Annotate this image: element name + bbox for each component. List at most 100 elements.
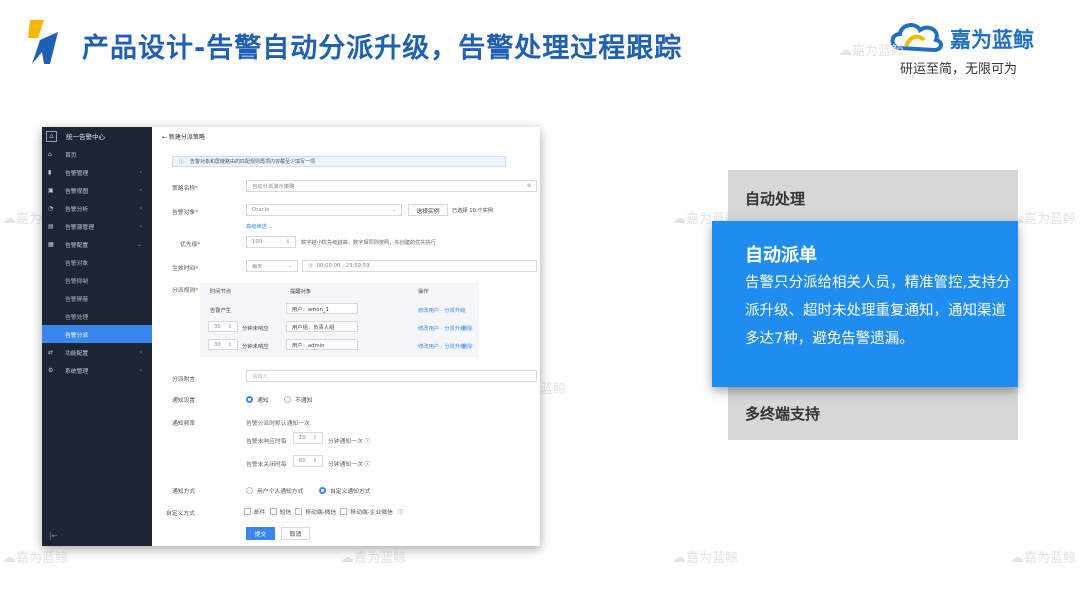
- help-icon: ⓘ: [364, 462, 371, 468]
- collapse-icon[interactable]: |←: [49, 532, 57, 540]
- rule-delete-link[interactable]: 删除: [462, 324, 473, 332]
- sidebar-item-alert[interactable]: ▮ 告警管理 ›: [42, 163, 152, 181]
- remark-label: 分派附言: [172, 377, 196, 383]
- name-label: 策略名称*: [172, 186, 199, 192]
- submit-button[interactable]: 提交: [246, 527, 275, 540]
- unclosed-stepper[interactable]: 60 ↕: [293, 455, 323, 467]
- chevron-icon: ⌄: [136, 240, 142, 248]
- sidebar-item-label: 告警视图: [65, 188, 89, 195]
- rule-ops-link[interactable]: 修改用户 · 分派升级: [418, 342, 465, 350]
- notify-method-label: 通知方式: [172, 489, 196, 495]
- chevron-icon: ›: [139, 168, 142, 176]
- form-panel: ← 新建分派策略 ⓘ 告警对象和屏蔽路由的匹配规则再项内容覆至少填写一项 策略名…: [152, 127, 540, 546]
- sidebar-title: 统一告警中心: [66, 133, 105, 141]
- cancel-button[interactable]: 取消: [281, 527, 310, 540]
- time-label: 生效时间*: [172, 266, 199, 272]
- channel-checkbox[interactable]: 邮件: [240, 507, 266, 516]
- alert-icon: ▮: [48, 168, 52, 176]
- unresp-label: 告警未响应时每: [246, 439, 287, 445]
- notify-off-radio[interactable]: 不通知: [284, 395, 312, 404]
- unresp-stepper[interactable]: 10 ↕: [293, 432, 323, 444]
- channel-checkbox[interactable]: 移动端-微信: [291, 507, 336, 516]
- watermark: 嘉为蓝鲸: [672, 547, 738, 566]
- home-icon: ⌂: [48, 150, 52, 158]
- priority-stepper[interactable]: 100 ↕: [246, 236, 296, 248]
- rules-table: 时间节点 提醒对象 操作 告警产生 用户：amon_1 修改用户 · 分派升级 30 ↕…: [200, 283, 479, 357]
- unclosed-label: 告警未关闭时每: [246, 462, 287, 468]
- sidebar-item-source[interactable]: ▤ 告警源管理 ›: [42, 217, 152, 235]
- card-auto-dispatch-title: 自动派单: [745, 245, 817, 266]
- chevron-icon: ›: [139, 366, 142, 374]
- help-icon: ⓘ: [397, 510, 404, 516]
- card-multi-terminal-title: 多终端支持: [745, 405, 821, 423]
- sidebar-subitem[interactable]: 告警抑制: [42, 271, 152, 289]
- slide-logo-icon: [22, 18, 62, 66]
- unresp-unit: 分钟通知一次 ⓘ: [328, 439, 371, 445]
- sidebar-subitem[interactable]: 告警处理: [42, 307, 152, 325]
- method-custom-radio[interactable]: 自定义通知方式: [319, 486, 371, 495]
- feature-icon: ⇄: [48, 348, 54, 356]
- method-personal-radio[interactable]: 用户个人通知方式: [246, 486, 303, 495]
- view-icon: ▣: [48, 186, 54, 194]
- rule-target-input[interactable]: 用户组：负责人组: [286, 321, 358, 332]
- notify-freq-label: 通知频率: [172, 421, 196, 427]
- sidebar-item-view[interactable]: ▣ 告警视图 ›: [42, 181, 152, 199]
- brand-name: 嘉为蓝鲸: [950, 28, 1034, 52]
- select-instance-button[interactable]: 选择实例: [408, 204, 448, 216]
- custom-method-label: 自定义方式: [166, 511, 195, 517]
- app-logo-icon: ⌂: [46, 130, 57, 142]
- stepper-icon[interactable]: ↕: [313, 458, 317, 464]
- stepper-icon[interactable]: ↕: [313, 435, 317, 441]
- app-screenshot: ⌂ 统一告警中心 ⌂ 首页 ▮ 告警管理 › ▣ 告警视图 › ◔ 告警分析 › ▤ 告警源管理 › ▦ 告警…: [42, 127, 540, 546]
- sidebar-item-label: 告警分析: [65, 206, 89, 213]
- sidebar-item-chart[interactable]: ◔ 告警分析 ›: [42, 199, 152, 217]
- sidebar-item-label: 系统管理: [65, 368, 89, 375]
- watermark: 嘉为蓝鲸: [1010, 208, 1076, 227]
- back-link[interactable]: ← 新建分派策略: [162, 132, 205, 141]
- sidebar-item-home[interactable]: ⌂ 首页: [42, 145, 152, 163]
- time-range-input[interactable]: ◷ 00:00:00 - 23:59:59: [302, 260, 537, 272]
- rule-delete-link[interactable]: 删除: [462, 342, 473, 350]
- brand-block: 嘉为蓝鲸 研运至简，无限可为: [888, 18, 1048, 78]
- sidebar-item-label: 功能配置: [65, 350, 89, 357]
- rule-suffix: 分钟未响应: [242, 326, 269, 332]
- rule-target-input[interactable]: 用户：admin: [286, 339, 358, 350]
- stepper-icon[interactable]: ↕: [286, 239, 290, 245]
- time-period-select[interactable]: 每天 ⌄: [246, 260, 298, 272]
- notify-on-radio[interactable]: 通知: [246, 395, 269, 404]
- priority-label: 优先级*: [180, 242, 201, 248]
- remark-input[interactable]: 请输入: [246, 370, 537, 382]
- card-auto-dispatch: 自动派单 告警只分派给相关人员，精准管控,支持分派升级、超时未处理重复通知，通知…: [712, 221, 1018, 387]
- sidebar-item-config[interactable]: ▦ 告警配置 ⌄: [42, 235, 152, 253]
- notify-freq-desc: 告警分派时默认通知一次: [246, 421, 310, 427]
- rule-minutes-stepper[interactable]: 30 ↕: [208, 321, 238, 332]
- sidebar-item-label: 告警配置: [65, 242, 89, 249]
- name-input[interactable]: 自动分派演示策略 ⊗: [246, 180, 537, 192]
- sidebar-subitem[interactable]: 告警屏蔽: [42, 289, 152, 307]
- stepper-icon[interactable]: ↕: [228, 324, 232, 330]
- rule-ops-link[interactable]: 修改用户 · 分派升级: [418, 306, 465, 314]
- sidebar-item-label: 首页: [65, 152, 77, 159]
- notify-setting-label: 通知设置: [172, 398, 196, 404]
- sidebar-subitem[interactable]: 告警分派: [42, 325, 152, 343]
- source-icon: ▤: [48, 222, 54, 230]
- object-label: 告警对象*: [172, 210, 199, 216]
- sidebar-item-settings[interactable]: ⚙ 系统管理 ›: [42, 361, 152, 379]
- sidebar-subitem[interactable]: 告警对象: [42, 253, 152, 271]
- chevron-down-icon: ⌄: [287, 263, 292, 269]
- clear-icon[interactable]: ⊗: [527, 183, 531, 189]
- object-select[interactable]: Oracle ⌄: [246, 204, 402, 216]
- rule-ops-link[interactable]: 修改用户 · 分派升级: [418, 324, 465, 332]
- rule-target-input[interactable]: 用户：amon_1: [286, 303, 358, 314]
- card-multi-terminal: 多终端支持: [728, 380, 1018, 440]
- channel-checkbox[interactable]: 短信: [266, 507, 291, 516]
- rule-suffix: 分钟未响应: [242, 344, 269, 350]
- chevron-down-icon: ⌄: [391, 207, 396, 213]
- advanced-filter-link[interactable]: 高级筛选 ⌄: [246, 223, 273, 230]
- sidebar-item-feature[interactable]: ⇄ 功能配置 ›: [42, 343, 152, 361]
- rule-minutes-stepper[interactable]: 30 ↕: [208, 339, 238, 350]
- channel-checkbox[interactable]: 移动端-企业微信: [336, 507, 393, 516]
- stepper-icon[interactable]: ↕: [228, 342, 232, 348]
- rules-label: 分派规则*: [172, 288, 199, 294]
- card-auto-process-title: 自动处理: [745, 190, 806, 208]
